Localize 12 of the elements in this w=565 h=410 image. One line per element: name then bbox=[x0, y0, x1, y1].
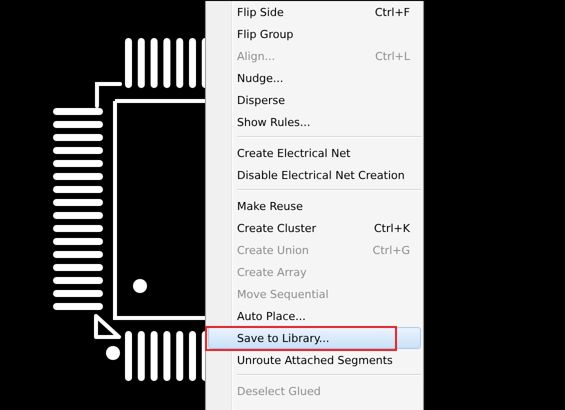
menu-item[interactable]: Nudge... bbox=[208, 67, 421, 89]
menu-item[interactable]: Make Reuse bbox=[208, 195, 421, 217]
menu-item[interactable]: Flip Side Ctrl+F bbox=[208, 1, 421, 23]
menu-item[interactable]: Create Electrical Net bbox=[208, 142, 421, 164]
menu-item[interactable]: Disperse bbox=[208, 89, 421, 111]
menu-item[interactable]: Auto Place... bbox=[208, 305, 421, 327]
menu-item[interactable]: Flip Group bbox=[208, 23, 421, 45]
menu-item[interactable]: Create Cluster Ctrl+K bbox=[208, 217, 421, 239]
menu-item[interactable]: Show Rules... bbox=[208, 111, 421, 133]
menu-item[interactable]: Disable Electrical Net Creation bbox=[208, 164, 421, 186]
menu-item[interactable]: Save to Library... bbox=[208, 327, 421, 349]
menu-item[interactable]: Unroute Attached Segments bbox=[208, 349, 421, 371]
